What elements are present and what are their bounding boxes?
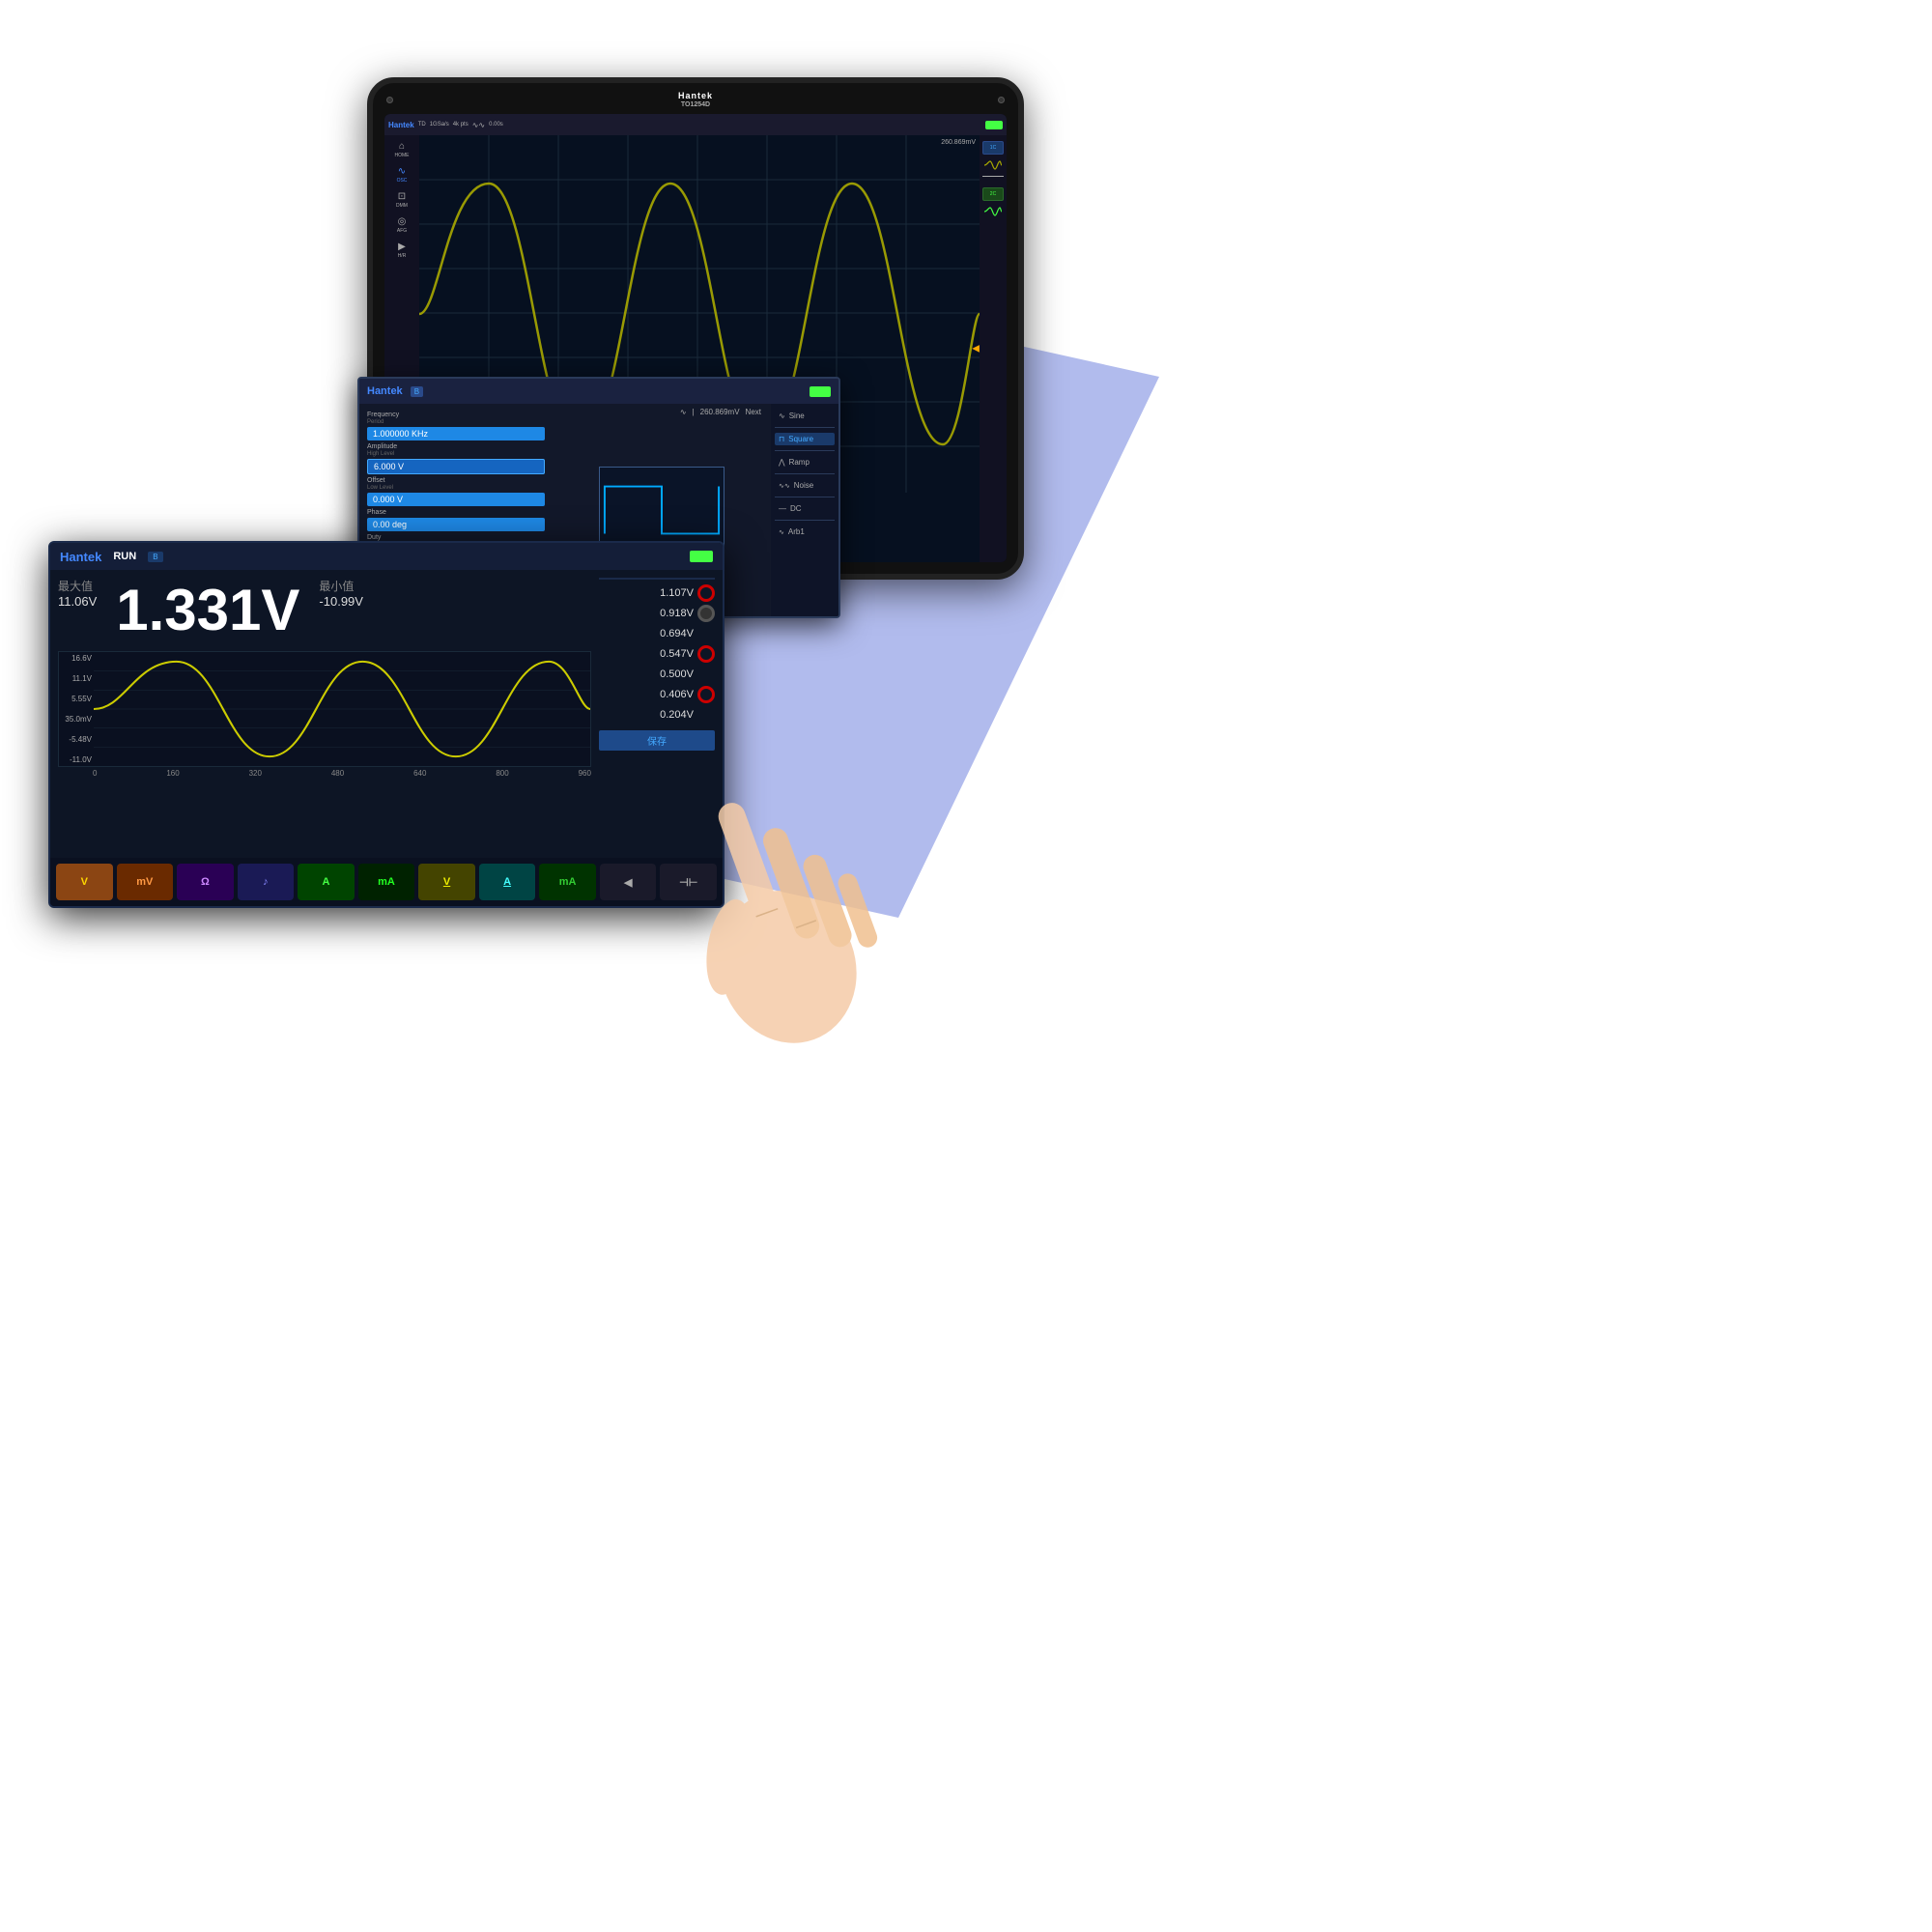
sidebar-item-hr[interactable]: ▶ H/R [398, 242, 407, 259]
wave-option-square[interactable]: ⊓ Square [775, 433, 835, 445]
screw-tl [386, 97, 393, 103]
wave-option-dc[interactable]: — DC [775, 502, 835, 515]
afg-badge: B [411, 386, 423, 397]
wave-option-sine[interactable]: ∿ Sine [775, 410, 835, 422]
dmm-badge: B [148, 552, 162, 562]
osc-brand-label: Hantek [388, 121, 414, 129]
dmm-chart-x-labels: 0 160 320 480 640 800 960 [58, 769, 591, 778]
dmm-reading-2: 0.694V [599, 625, 715, 642]
wave-divider2 [775, 450, 835, 451]
dmm-indicator-1 [697, 605, 715, 622]
wave-option-arb1[interactable]: ∿ Arb1 [775, 526, 835, 538]
dmm-header: Hantek RUN B [50, 543, 723, 570]
wave-divider5 [775, 520, 835, 521]
hand-gesture [580, 676, 966, 1063]
afg-param-frequency: Frequency Period 1.000000 KHz [367, 412, 545, 440]
sidebar-item-dmm[interactable]: ⊡ DMM [396, 191, 408, 209]
afg-phase-value[interactable]: 0.00 deg [367, 518, 545, 531]
wave-option-ramp[interactable]: ⋀ Ramp [775, 456, 835, 469]
ch1-wave-icon [984, 158, 1002, 172]
afg-amplitude-value[interactable]: 6.000 V [367, 459, 545, 474]
screw-tr [998, 97, 1005, 103]
dmm-brand-label: Hantek [60, 550, 101, 564]
afg-frequency-value[interactable]: 1.000000 KHz [367, 427, 545, 440]
afg-brand-label: Hantek [367, 385, 403, 397]
dmm-btn-a-ac[interactable]: A [479, 864, 536, 900]
ch1-button[interactable]: 1C [982, 141, 1004, 155]
afg-measurement-area: ∿ | 260.869mV Next [680, 408, 761, 416]
hand-svg [580, 676, 966, 1063]
dmm-btn-v-ac[interactable]: V [418, 864, 475, 900]
dmm-battery [690, 551, 713, 562]
readings-separator [599, 578, 715, 580]
dmm-reading-3: 0.547V [599, 645, 715, 663]
dmm-spacer-2 [697, 625, 715, 642]
osc-sidebar-right: 1C 2C [980, 135, 1007, 562]
wave-divider [775, 427, 835, 428]
dmm-left-panel: 最大值 11.06V 1.331V 最小值 -10.99V 16.6V 11.1… [58, 578, 591, 850]
afg-square-wave-svg [600, 468, 724, 553]
dmm-btn-ohm[interactable]: Ω [177, 864, 234, 900]
wave-option-noise[interactable]: ∿∿ Noise [775, 479, 835, 492]
dmm-max-stat: 最大值 11.06V [58, 578, 97, 643]
osc-header: Hantek TD 1GSa/s 4k pts ∿∿ 0.00s [384, 114, 1007, 135]
afg-param-phase: Phase 0.00 deg [367, 509, 545, 531]
waveform-indicator: ∿∿ [472, 121, 485, 129]
dmm-indicator-3 [697, 645, 715, 663]
sidebar-item-osc[interactable]: ∿ OSC [397, 166, 408, 184]
sidebar-item-home[interactable]: ⌂ HOME [395, 141, 410, 158]
dmm-btn-sound[interactable]: ♪ [238, 864, 295, 900]
afg-header: Hantek B [359, 379, 838, 404]
ch2-button[interactable]: 2C [982, 187, 1004, 201]
dmm-chart-y-labels: 16.6V 11.1V 5.55V 35.0mV -5.48V -11.0V [59, 652, 94, 766]
dmm-reading-1: 0.918V [599, 605, 715, 622]
dmm-btn-v[interactable]: V [56, 864, 113, 900]
tablet-brand: Hantek TO1254D [678, 91, 713, 109]
dmm-min-stat: 最小值 -10.99V [319, 578, 363, 643]
dmm-btn-ma[interactable]: mA [358, 864, 415, 900]
wave-divider3 [775, 473, 835, 474]
separator [982, 176, 1004, 184]
afg-offset-value[interactable]: 0.000 V [367, 493, 545, 506]
dmm-chart-area: 16.6V 11.1V 5.55V 35.0mV -5.48V -11.0V [58, 651, 591, 767]
afg-wave-selector: ∿ Sine ⊓ Square ⋀ Ramp ∿∿ Noise — DC [771, 404, 838, 616]
trigger-indicator: ◀ [972, 344, 980, 355]
dmm-status-label: RUN [113, 551, 136, 562]
ch2-wave-icon [984, 205, 1002, 218]
sidebar-item-afg[interactable]: ◎ AFG [397, 216, 407, 234]
dmm-stats-area: 最大值 11.06V 1.331V 最小值 -10.99V [58, 578, 591, 643]
battery-indicator [985, 121, 1003, 129]
dmm-reading-0: 1.107V [599, 584, 715, 602]
dmm-indicator-0 [697, 584, 715, 602]
dmm-main-display: 1.331V [116, 578, 299, 643]
afg-param-offset: Offset Low Level 0.000 V [367, 477, 545, 506]
dmm-btn-mv[interactable]: mV [117, 864, 174, 900]
osc-measurement-label: 260.869mV [941, 139, 976, 146]
dmm-chart-svg [94, 652, 590, 766]
dmm-btn-a[interactable]: A [298, 864, 355, 900]
afg-battery [810, 386, 831, 397]
afg-param-amplitude: Amplitude High Level 6.000 V [367, 443, 545, 474]
